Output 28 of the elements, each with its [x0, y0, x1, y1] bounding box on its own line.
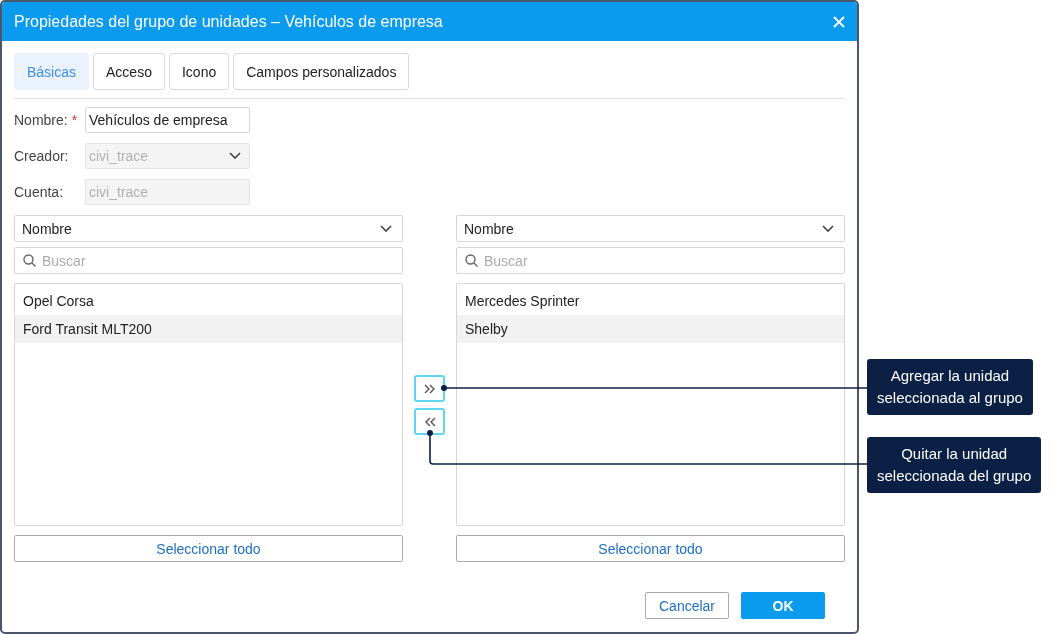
chevron-down-icon	[380, 224, 392, 233]
window-title: Propiedades del grupo de unidades – Vehículos de empresa	[14, 12, 443, 31]
callout: Agregar la unidad seleccionada al grupo	[867, 359, 1033, 415]
field-label: Nombre:	[14, 112, 68, 128]
sort-dropdown[interactable]: Nombre	[456, 215, 845, 242]
chevron-down-icon	[822, 224, 834, 233]
remove-arrow-button[interactable]	[414, 408, 445, 435]
tab[interactable]: Acceso	[93, 53, 165, 90]
callout: Quitar la unidad seleccionada del grupo	[867, 437, 1042, 493]
add-arrow-button[interactable]	[414, 375, 445, 402]
field-label: Cuenta:	[14, 184, 64, 200]
select-all-button[interactable]: Seleccionar todo	[14, 535, 403, 562]
tab[interactable]: Campos personalizados	[233, 53, 410, 90]
sort-dropdown[interactable]: Nombre	[14, 215, 403, 242]
list-item[interactable]: Ford Transit MLT200	[15, 315, 402, 343]
required-mark: *	[71, 112, 78, 128]
field-label: Creador:	[14, 148, 69, 164]
close-icon[interactable]	[833, 15, 845, 28]
double-chevron-right-icon	[423, 383, 436, 394]
tab[interactable]: Icono	[168, 53, 230, 90]
cancel-button[interactable]: Cancelar	[645, 592, 729, 619]
chevron-down-icon	[229, 152, 241, 160]
search-icon	[23, 254, 36, 267]
search-icon	[465, 254, 478, 267]
input-field[interactable]: Vehículos de empresa	[85, 107, 250, 133]
list-item[interactable]: Shelby	[457, 315, 844, 343]
double-chevron-left-icon	[423, 416, 436, 427]
select-all-button[interactable]: Seleccionar todo	[456, 535, 845, 562]
